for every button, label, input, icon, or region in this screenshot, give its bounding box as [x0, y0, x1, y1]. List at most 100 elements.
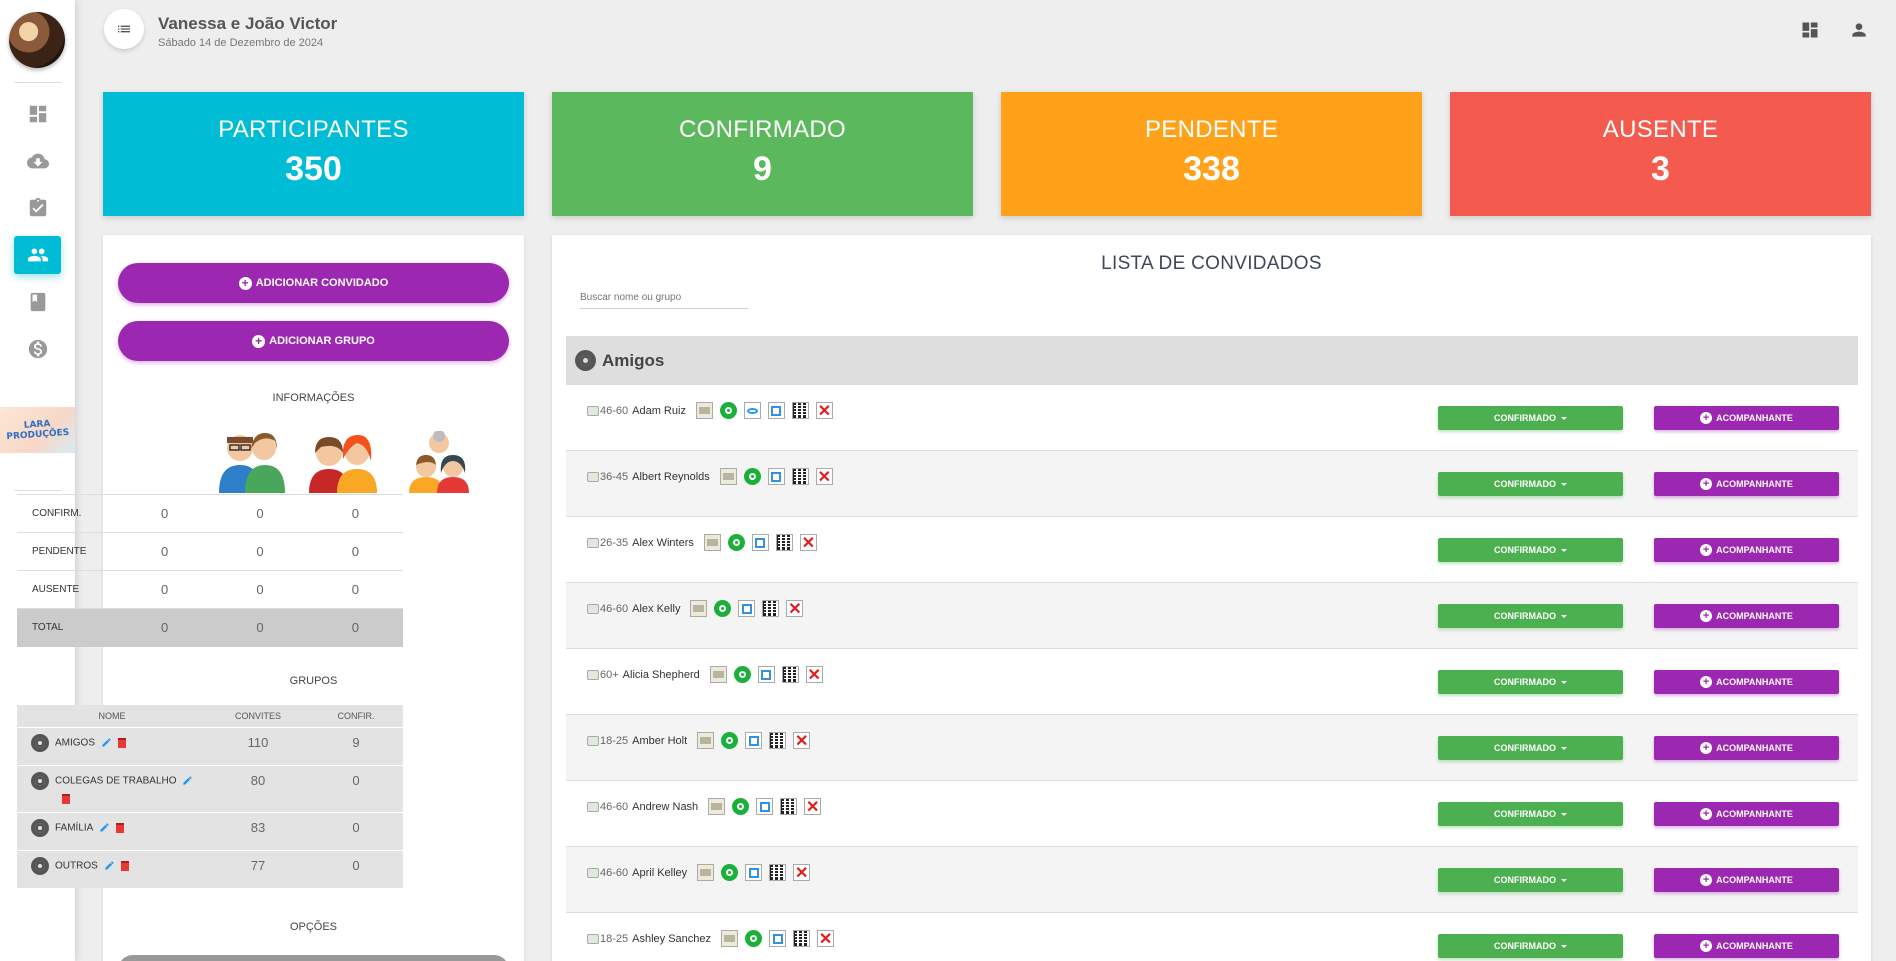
delete-icon[interactable]: ✕: [804, 798, 822, 816]
dashboard-button[interactable]: [1798, 18, 1822, 42]
row-label: TOTAL: [17, 608, 117, 647]
delete-icon[interactable]: ✕: [793, 864, 811, 882]
add-companion-button[interactable]: + ACOMPANHANTE: [1654, 406, 1839, 430]
whatsapp-icon[interactable]: [714, 600, 732, 617]
trash-icon[interactable]: [62, 793, 70, 804]
add-companion-button[interactable]: + ACOMPANHANTE: [1654, 934, 1839, 958]
add-companion-button[interactable]: + ACOMPANHANTE: [1654, 802, 1839, 826]
edit-icon[interactable]: [769, 930, 787, 947]
whatsapp-icon[interactable]: [727, 534, 745, 551]
add-companion-button[interactable]: + ACOMPANHANTE: [1654, 604, 1839, 628]
edit-pencil-icon[interactable]: [101, 737, 112, 748]
whatsapp-icon[interactable]: [721, 732, 739, 749]
edit-icon[interactable]: [757, 666, 775, 683]
trash-icon[interactable]: [120, 860, 129, 871]
qr-code-icon[interactable]: [769, 864, 787, 881]
divider: [14, 82, 61, 83]
edit-pencil-icon[interactable]: [104, 860, 115, 871]
delete-icon[interactable]: ✕: [805, 666, 823, 684]
delete-icon[interactable]: ✕: [786, 600, 804, 618]
add-group-button[interactable]: + ADICIONAR GRUPO: [118, 321, 509, 361]
qr-code-icon[interactable]: [769, 732, 787, 749]
mail-icon[interactable]: [695, 402, 713, 419]
broken-image-icon: [587, 933, 599, 944]
qr-code-icon[interactable]: [780, 798, 798, 815]
guest-name: April Kelley: [632, 866, 688, 879]
broken-image-icon: [587, 405, 599, 416]
mail-icon[interactable]: [709, 666, 727, 683]
edit-icon[interactable]: [767, 468, 785, 485]
mail-icon[interactable]: [719, 468, 737, 485]
mail-icon[interactable]: [697, 732, 715, 749]
status-dropdown-button[interactable]: CONFIRMADO: [1438, 802, 1623, 826]
whatsapp-icon[interactable]: [732, 798, 750, 815]
qr-code-icon[interactable]: [791, 468, 809, 485]
search-input[interactable]: [580, 287, 748, 309]
guest-age: 60+: [600, 668, 619, 681]
group-header-amigos[interactable]: Amigos: [566, 336, 1858, 385]
qr-code-icon[interactable]: [791, 402, 809, 419]
status-dropdown-button[interactable]: CONFIRMADO: [1438, 472, 1623, 496]
sidebar-item-tasks[interactable]: [14, 189, 61, 227]
whatsapp-icon[interactable]: [743, 468, 761, 485]
status-dropdown-button[interactable]: CONFIRMADO: [1438, 406, 1623, 430]
edit-icon[interactable]: [738, 600, 756, 617]
qr-code-icon[interactable]: [762, 600, 780, 617]
status-dropdown-button[interactable]: CONFIRMADO: [1438, 868, 1623, 892]
status-dropdown-button[interactable]: CONFIRMADO: [1438, 934, 1623, 958]
edit-icon[interactable]: [767, 402, 785, 419]
edit-icon[interactable]: [751, 534, 769, 551]
qr-code-icon[interactable]: [793, 930, 811, 947]
trash-icon[interactable]: [117, 737, 126, 748]
edit-icon[interactable]: [756, 798, 774, 815]
delete-icon[interactable]: ✕: [793, 732, 811, 750]
edit-icon[interactable]: [745, 732, 763, 749]
group-name: FAMÍLIA: [55, 822, 93, 834]
add-companion-button[interactable]: + ACOMPANHANTE: [1654, 736, 1839, 760]
menu-toggle-button[interactable]: [104, 9, 144, 49]
sidebar-item-download[interactable]: [14, 142, 61, 180]
user-button[interactable]: [1847, 18, 1871, 42]
guest-name: Alex Kelly: [632, 602, 681, 615]
add-companion-button[interactable]: + ACOMPANHANTE: [1654, 538, 1839, 562]
status-dropdown-button[interactable]: CONFIRMADO: [1438, 604, 1623, 628]
delete-icon[interactable]: ✕: [799, 534, 817, 552]
status-dropdown-button[interactable]: CONFIRMADO: [1438, 538, 1623, 562]
mail-icon[interactable]: [721, 930, 739, 947]
table-row: CONFIRM. 0 0 0: [17, 494, 403, 533]
add-circle-icon: +: [1700, 808, 1713, 820]
mail-icon[interactable]: [708, 798, 726, 815]
sidebar-item-finance[interactable]: [14, 330, 61, 368]
guest-info: 46-60 April Kelley ✕: [587, 864, 811, 882]
delete-icon[interactable]: ✕: [815, 468, 833, 486]
sidebar-item-guests[interactable]: [14, 236, 61, 274]
mail-icon[interactable]: [697, 864, 715, 881]
options-button[interactable]: [118, 955, 509, 961]
add-companion-button[interactable]: + ACOMPANHANTE: [1654, 670, 1839, 694]
edit-pencil-icon[interactable]: [182, 775, 193, 786]
add-guest-button[interactable]: + ADICIONAR CONVIDADO: [118, 263, 509, 303]
mail-icon[interactable]: [703, 534, 721, 551]
sidebar-item-dashboard[interactable]: [14, 95, 61, 133]
mail-icon[interactable]: [690, 600, 708, 617]
view-icon[interactable]: [743, 402, 761, 419]
sidebar-item-book[interactable]: [14, 283, 61, 321]
status-dropdown-button[interactable]: CONFIRMADO: [1438, 736, 1623, 760]
qr-code-icon[interactable]: [775, 534, 793, 551]
group-name: COLEGAS DE TRABALHO: [55, 775, 177, 787]
status-dropdown-button[interactable]: CONFIRMADO: [1438, 670, 1623, 694]
whatsapp-icon[interactable]: [733, 666, 751, 683]
avatar[interactable]: [9, 12, 65, 68]
delete-icon[interactable]: ✕: [817, 930, 835, 948]
edit-pencil-icon[interactable]: [99, 822, 110, 833]
edit-icon[interactable]: [745, 864, 763, 881]
whatsapp-icon[interactable]: [719, 402, 737, 419]
stat-label: PARTICIPANTES: [218, 116, 409, 143]
delete-icon[interactable]: ✕: [815, 402, 833, 420]
qr-code-icon[interactable]: [781, 666, 799, 683]
trash-icon[interactable]: [115, 822, 124, 833]
whatsapp-icon[interactable]: [745, 930, 763, 947]
add-companion-button[interactable]: + ACOMPANHANTE: [1654, 868, 1839, 892]
add-companion-button[interactable]: + ACOMPANHANTE: [1654, 472, 1839, 496]
whatsapp-icon[interactable]: [721, 864, 739, 881]
